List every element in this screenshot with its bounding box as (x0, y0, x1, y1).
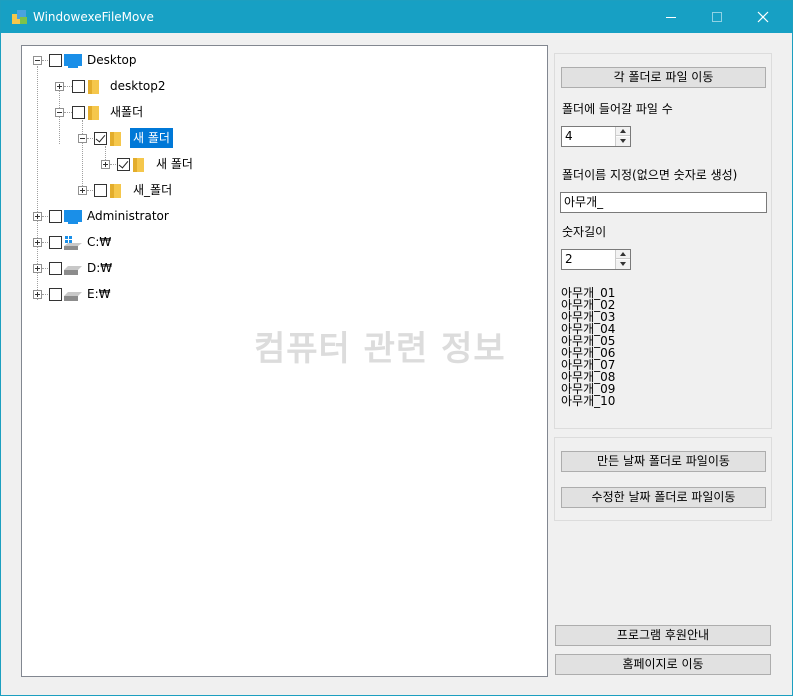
folder-name-label: 폴더이름 지정(없으면 숫자로 생성) (562, 168, 738, 182)
drive-icon (64, 292, 82, 301)
collapse-icon[interactable] (33, 56, 42, 65)
tree-checkbox[interactable] (49, 54, 62, 67)
tree-node-new-folder-selected[interactable]: 새 폴더 (22, 128, 222, 150)
digits-value: 2 (565, 252, 573, 266)
minimize-button[interactable] (648, 1, 694, 33)
tree-node-label: 새_폴더 (133, 183, 173, 197)
tree-node-drive-c[interactable]: C:₩ (22, 232, 222, 254)
tree-node-label: Administrator (87, 209, 169, 223)
tree-node-label: C:₩ (87, 235, 112, 249)
folder-tree[interactable]: 컴퓨터 관련 정보 Desktop desktop2 새폴더 새 폴더 새 폴더… (21, 45, 548, 677)
tree-node-label: E:₩ (87, 287, 111, 301)
tree-node-drive-d[interactable]: D:₩ (22, 258, 222, 280)
collapse-icon[interactable] (55, 108, 64, 117)
spin-up-icon[interactable] (616, 250, 630, 259)
watermark-text: 컴퓨터 관련 정보 (254, 329, 506, 369)
tree-node-new-underscore-folder[interactable]: 새_폴더 (22, 180, 222, 202)
folder-icon (133, 158, 144, 172)
folder-name-input[interactable]: 아무개_ (560, 192, 767, 213)
expand-icon[interactable] (78, 186, 87, 195)
expand-icon[interactable] (33, 290, 42, 299)
file-count-value: 4 (565, 129, 573, 143)
expand-icon[interactable] (33, 238, 42, 247)
desktop-icon (64, 210, 82, 224)
move-to-each-folder-button[interactable]: 각 폴더로 파일 이동 (561, 67, 766, 88)
app-window: WindowexeFileMove 컴퓨터 관련 정보 Desktop desk… (0, 0, 793, 696)
tree-node-drive-e[interactable]: E:₩ (22, 284, 222, 306)
folder-icon (88, 106, 99, 120)
close-button[interactable] (740, 1, 786, 33)
support-info-button[interactable]: 프로그램 후원안내 (555, 625, 771, 646)
tree-checkbox[interactable] (72, 106, 85, 119)
desktop-icon (64, 54, 82, 68)
tree-checkbox[interactable] (49, 210, 62, 223)
tree-checkbox[interactable] (49, 262, 62, 275)
app-icon (12, 10, 27, 24)
spin-up-icon[interactable] (616, 127, 630, 136)
tree-checkbox-checked[interactable] (94, 132, 107, 145)
spin-down-icon[interactable] (616, 137, 630, 146)
drive-icon (64, 266, 82, 275)
modified-date-move-button[interactable]: 수정한 날짜 폴더로 파일이동 (561, 487, 766, 508)
tree-node-desktop[interactable]: Desktop (22, 50, 222, 72)
close-icon (757, 11, 769, 23)
tree-node-label: Desktop (87, 53, 137, 67)
tree-checkbox[interactable] (49, 236, 62, 249)
tree-checkbox[interactable] (49, 288, 62, 301)
tree-node-desktop2[interactable]: desktop2 (22, 76, 222, 98)
date-move-group: 만든 날짜 폴더로 파일이동 수정한 날짜 폴더로 파일이동 (554, 437, 772, 521)
expand-icon[interactable] (55, 82, 64, 91)
tree-node-label: D:₩ (87, 261, 113, 275)
digits-label: 숫자길이 (562, 225, 607, 239)
folder-icon (110, 184, 121, 198)
maximize-button[interactable] (694, 1, 740, 33)
title-bar[interactable]: WindowexeFileMove (1, 1, 792, 33)
tree-node-administrator[interactable]: Administrator (22, 206, 222, 228)
tree-node-label: 새폴더 (110, 105, 144, 119)
digits-stepper[interactable]: 2 (561, 249, 631, 270)
tree-node-new-folder-child[interactable]: 새 폴더 (22, 154, 222, 176)
tree-checkbox[interactable] (72, 80, 85, 93)
expand-icon[interactable] (33, 264, 42, 273)
preview-item: 아무개_10 (561, 394, 616, 408)
file-count-label: 폴더에 들어갈 파일 수 (562, 102, 673, 116)
folder-icon (88, 80, 99, 94)
tree-checkbox-checked[interactable] (117, 158, 130, 171)
spin-down-icon[interactable] (616, 260, 630, 269)
expand-icon[interactable] (101, 160, 110, 169)
file-count-stepper[interactable]: 4 (561, 126, 631, 147)
tree-node-label-selected: 새 폴더 (130, 128, 173, 148)
tree-checkbox[interactable] (94, 184, 107, 197)
folder-name-preview: 아무개_01 아무개_02 아무개_03 아무개_04 아무개_05 아무개_0… (561, 287, 615, 407)
folder-icon (110, 132, 121, 146)
folder-move-group: 각 폴더로 파일 이동 폴더에 들어갈 파일 수 4 폴더이름 지정(없으면 숫… (554, 53, 772, 429)
created-date-move-button[interactable]: 만든 날짜 폴더로 파일이동 (561, 451, 766, 472)
windows-drive-icon (64, 236, 82, 250)
tree-node-label: 새 폴더 (156, 157, 193, 171)
homepage-button[interactable]: 홈페이지로 이동 (555, 654, 771, 675)
tree-node-new-folder[interactable]: 새폴더 (22, 102, 222, 124)
window-title: WindowexeFileMove (33, 10, 154, 24)
collapse-icon[interactable] (78, 134, 87, 143)
expand-icon[interactable] (33, 212, 42, 221)
tree-node-label: desktop2 (110, 79, 166, 93)
